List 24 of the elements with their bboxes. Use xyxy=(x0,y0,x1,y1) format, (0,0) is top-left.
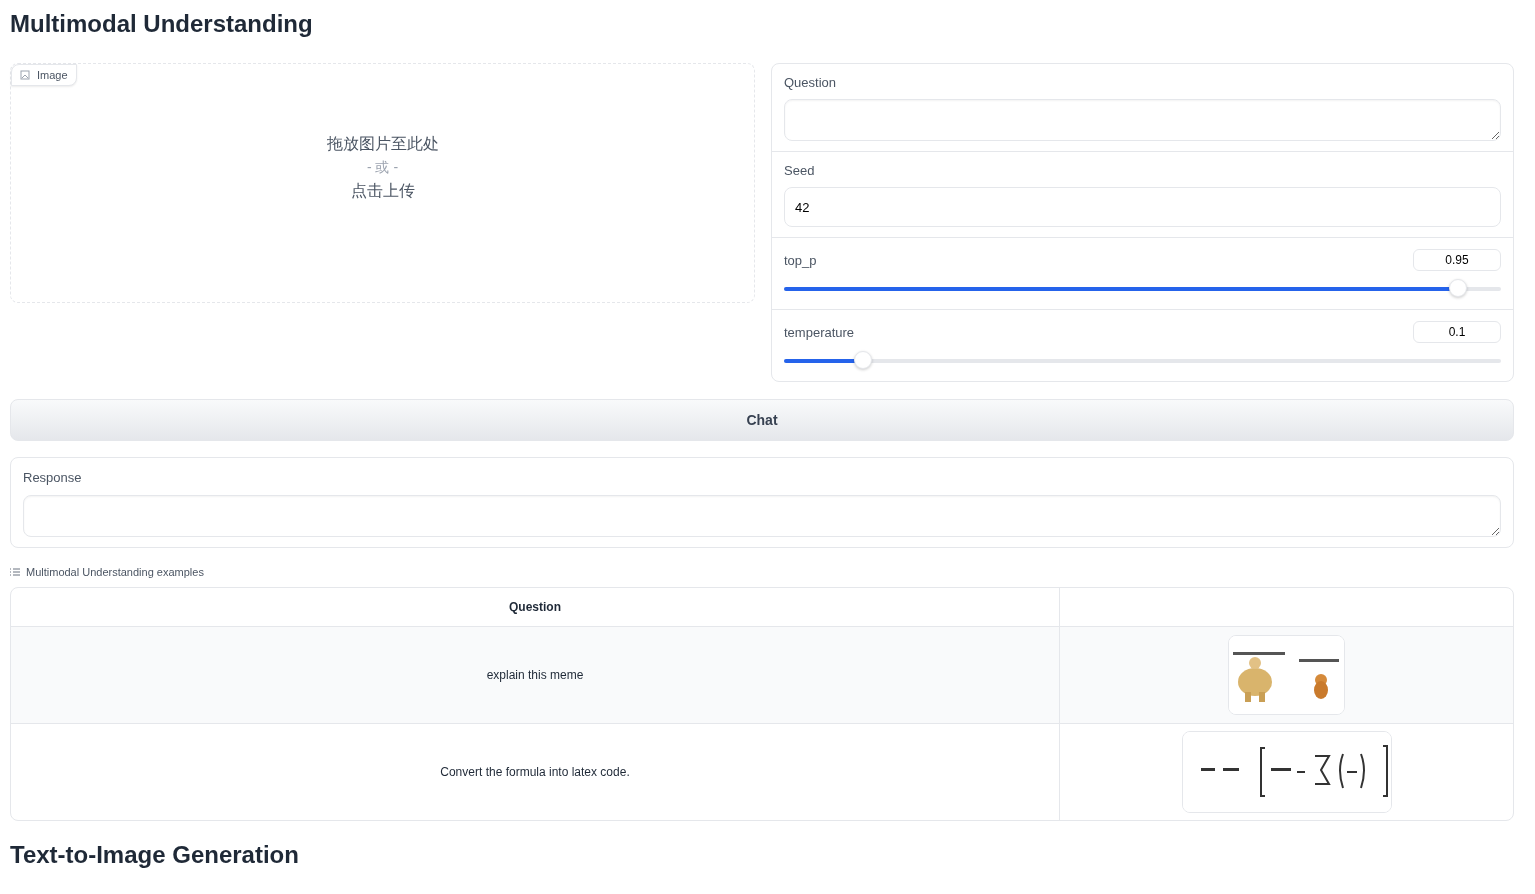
or-text: - 或 - xyxy=(366,159,399,177)
table-cell[interactable]: Convert the formula into latex code. xyxy=(11,724,1060,820)
section-title: Multimodal Understanding xyxy=(10,10,314,38)
examples-label: Multimodal Understanding examples xyxy=(26,566,204,578)
section-title: Text-to-Image Generation xyxy=(10,841,300,869)
list-icon xyxy=(10,568,20,576)
field-label: Question xyxy=(784,75,838,90)
seed-field[interactable]: 42 xyxy=(784,187,1501,227)
chat-button[interactable]: Chat xyxy=(10,399,1514,441)
image-upload-area[interactable]: Image 拖放图片至此处 - 或 - 点击上传 xyxy=(10,63,755,303)
slider-thumb[interactable] xyxy=(853,351,872,369)
number-field[interactable]: 0.95 xyxy=(1413,249,1501,271)
question-field[interactable] xyxy=(784,99,1501,141)
field-label: Response xyxy=(23,470,83,485)
slider-label: temperature xyxy=(784,324,855,340)
number-field[interactable]: 0.1 xyxy=(1413,321,1501,343)
slider-label: top_p xyxy=(784,252,817,268)
response-field[interactable] xyxy=(23,495,1501,537)
drop-hint: 拖放图片至此处 xyxy=(326,134,439,154)
slider-thumb[interactable] xyxy=(1448,279,1467,297)
image-label: Image xyxy=(11,64,77,86)
upload-hint: 点击上传 xyxy=(350,181,415,201)
field-label: Seed xyxy=(784,163,816,178)
image-icon xyxy=(20,70,30,80)
